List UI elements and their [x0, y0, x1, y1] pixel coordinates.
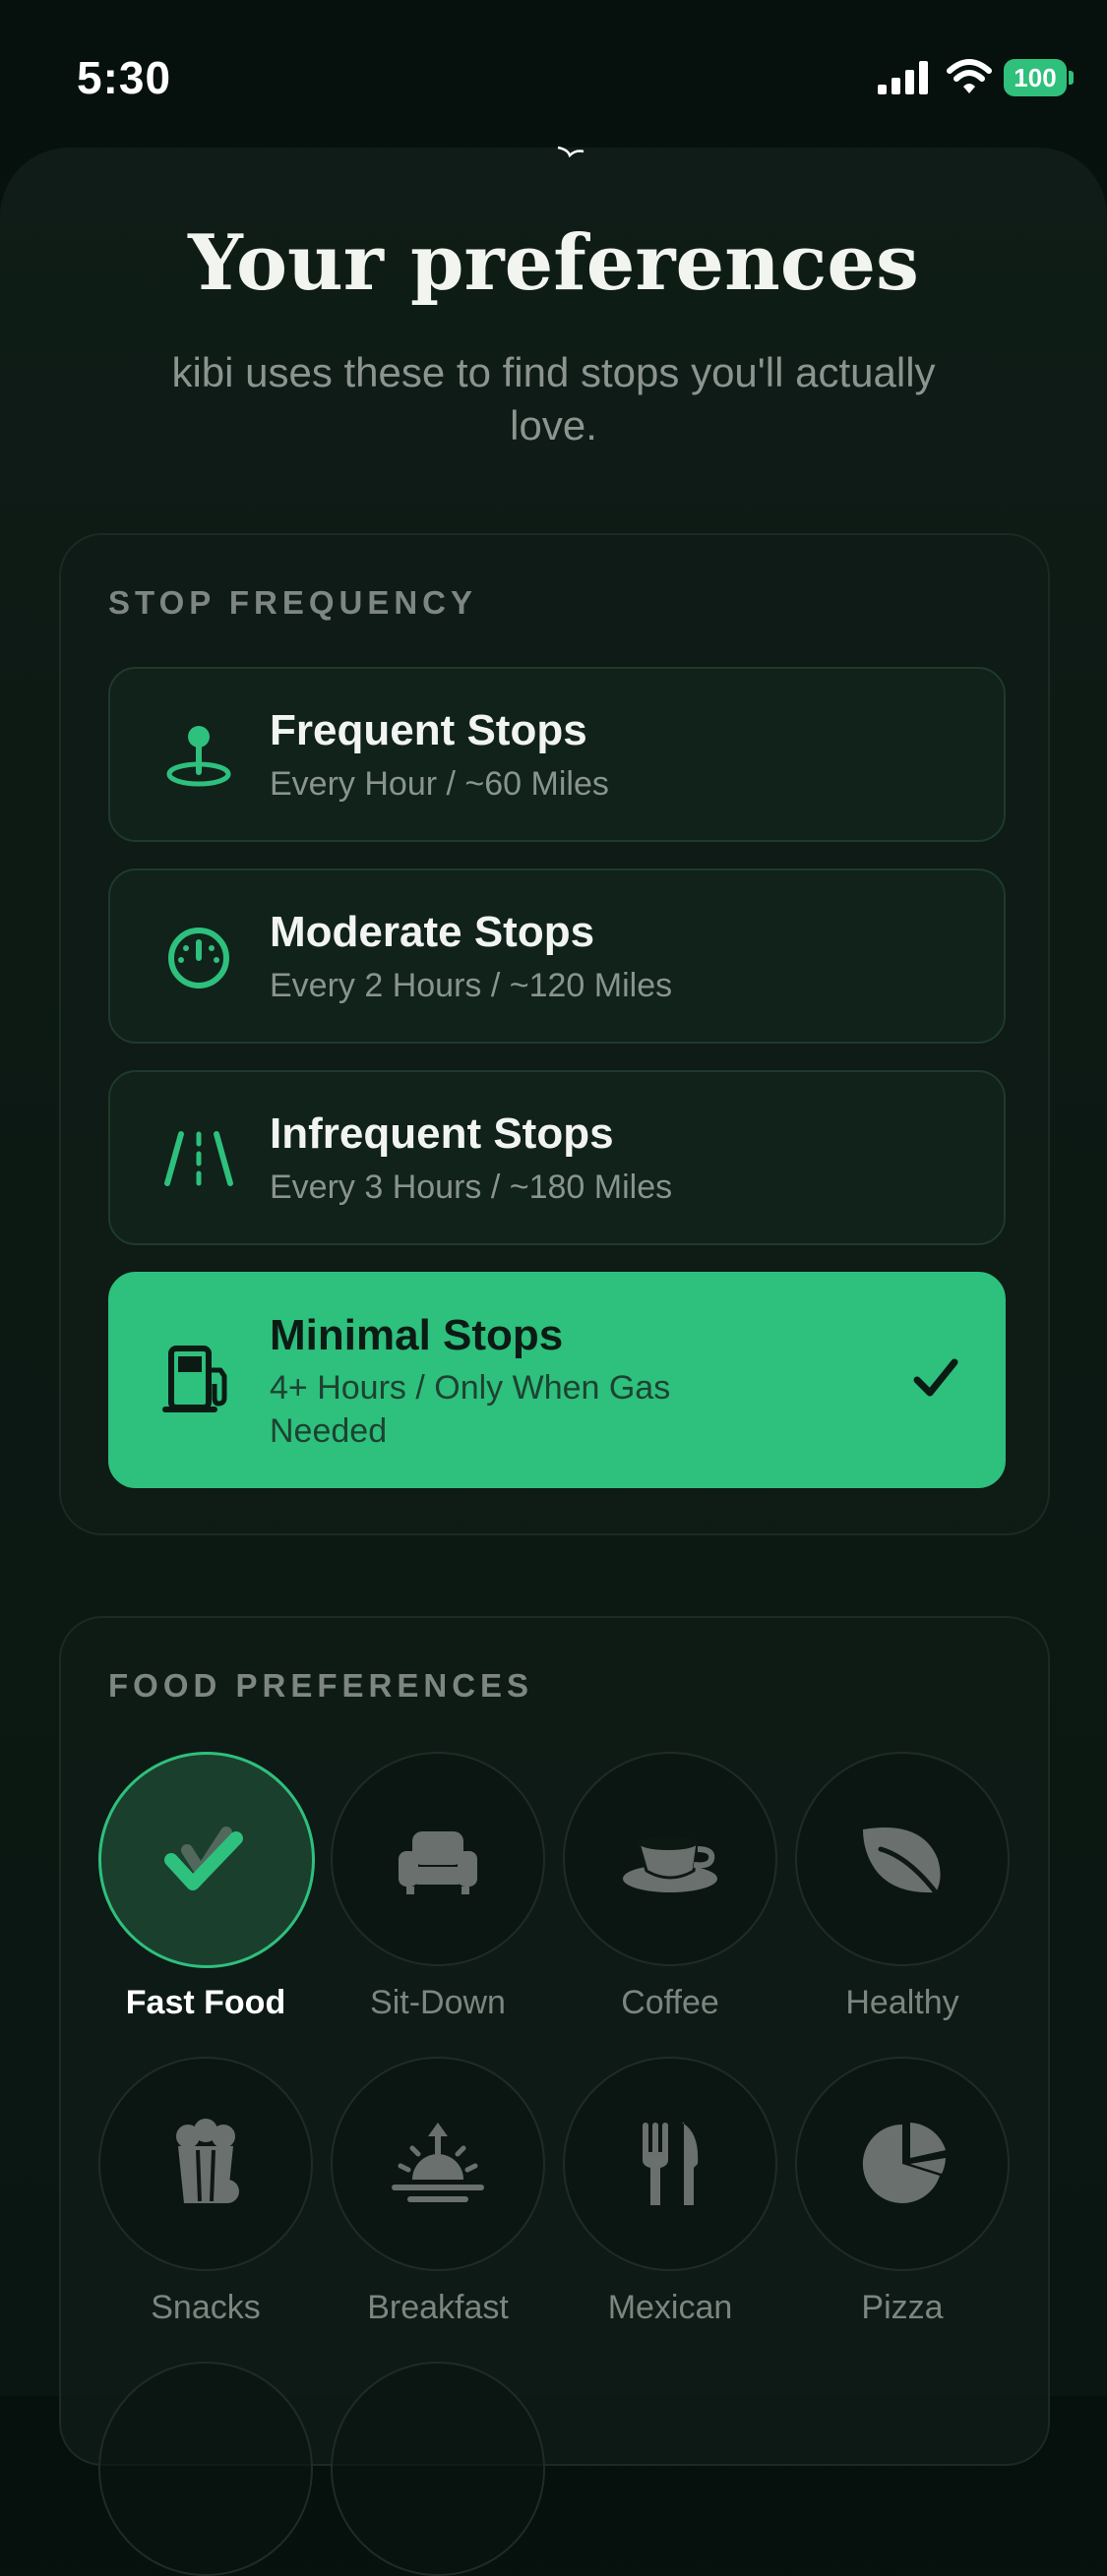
option-infrequent-stops[interactable]: Infrequent Stops Every 3 Hours / ~180 Mi…	[108, 1070, 1006, 1245]
coffee-cup-icon	[623, 1836, 717, 1892]
food-circle	[331, 2362, 545, 2576]
armchair-icon	[399, 1831, 477, 1894]
food-label: Fast Food	[125, 1984, 286, 2021]
food-circle	[795, 2057, 1010, 2271]
gauge-icon	[168, 928, 229, 988]
food-circle	[563, 1752, 777, 1966]
leaf-icon	[863, 1827, 941, 1895]
option-desc: Every Hour / ~60 Miles	[270, 765, 609, 803]
option-name: Moderate Stops	[270, 908, 595, 956]
stop-frequency-card: STOP FREQUENCY Frequent Stops Every Hour…	[59, 533, 1050, 1535]
food-label: Healthy	[845, 1984, 959, 2021]
sheet-handle-icon	[557, 146, 584, 157]
option-desc: Every 3 Hours / ~180 Miles	[270, 1168, 673, 1206]
section-label-stop-frequency: STOP FREQUENCY	[108, 584, 478, 621]
map-pin-icon	[166, 726, 231, 787]
battery-level: 100	[1004, 59, 1067, 96]
option-name: Minimal Stops	[270, 1311, 564, 1359]
food-circle	[795, 1752, 1010, 1966]
food-circle	[331, 2057, 545, 2271]
option-name: Infrequent Stops	[270, 1109, 614, 1158]
road-icon	[164, 1131, 233, 1186]
food-label: Snacks	[151, 2289, 261, 2326]
food-circle	[331, 1752, 545, 1966]
food-circle	[563, 2057, 777, 2271]
wifi-icon	[947, 59, 992, 93]
option-moderate-stops[interactable]: Moderate Stops Every 2 Hours / ~120 Mile…	[108, 869, 1006, 1044]
sunrise-icon	[392, 2123, 484, 2202]
fork-knife-icon	[643, 2123, 699, 2205]
food-preferences-card: FOOD PREFERENCES Fast Food Sit-Down Coff…	[59, 1616, 1050, 2576]
popcorn-icon	[176, 2119, 239, 2203]
food-circle	[98, 2057, 313, 2271]
check-icon	[164, 1827, 243, 1890]
food-label: Breakfast	[367, 2289, 509, 2326]
option-frequent-stops[interactable]: Frequent Stops Every Hour / ~60 Miles	[108, 667, 1006, 842]
cellular-signal-icon	[878, 61, 928, 94]
food-label: Mexican	[607, 2289, 733, 2326]
gas-pump-icon	[162, 1346, 227, 1412]
food-label: Pizza	[861, 2289, 944, 2326]
food-circle	[98, 2362, 313, 2576]
battery-nub	[1069, 71, 1074, 85]
food-label: Coffee	[621, 1984, 719, 2021]
food-circle	[98, 1752, 315, 1968]
section-label-food-preferences: FOOD PREFERENCES	[108, 1667, 534, 1704]
option-desc: Every 2 Hours / ~120 Miles	[270, 967, 673, 1004]
pie-icon	[862, 2123, 946, 2203]
option-minimal-stops[interactable]: Minimal Stops 4+ Hours / Only When Gas N…	[108, 1272, 1006, 1488]
status-bar: 5:30 100	[0, 0, 1107, 148]
checkmark-icon	[913, 1358, 958, 1397]
page-title: Your preferences	[188, 218, 919, 308]
battery-indicator: 100	[1004, 59, 1074, 96]
food-label: Sit-Down	[370, 1984, 506, 2021]
option-name: Frequent Stops	[270, 706, 587, 754]
option-desc: 4+ Hours / Only When Gas Needed	[270, 1369, 671, 1450]
page-subtitle: kibi uses these to find stops you'll act…	[171, 349, 936, 449]
status-time: 5:30	[77, 52, 172, 103]
